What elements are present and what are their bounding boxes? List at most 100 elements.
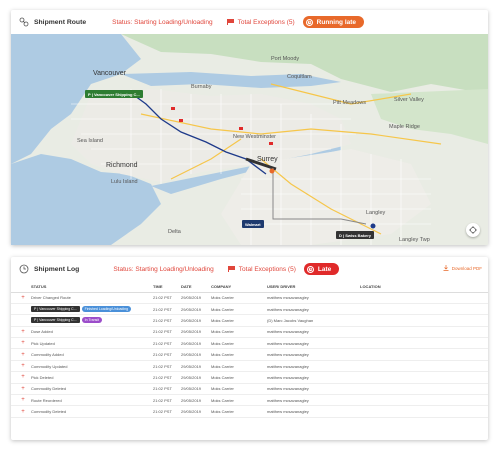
cell-user: matthew mcsavanagley <box>265 394 358 407</box>
cell-company: Moks Carrier <box>209 337 265 350</box>
cell-time: 21:02 PST <box>151 326 179 339</box>
route-exceptions[interactable]: Total Exceptions (5) <box>226 19 295 26</box>
shipment-log-card: Shipment Log Status: Starting Loading/Un… <box>11 257 488 440</box>
cell-date: 29/05/2019 <box>179 360 209 373</box>
cell-status: Commodity Added <box>29 348 151 361</box>
cell-user: matthew mcsavanagley <box>265 383 358 396</box>
table-row[interactable]: + Pick Updated 21:02 PST 29/05/2019 Moks Car… <box>11 337 488 350</box>
cell-date: 29/05/2019 <box>179 326 209 339</box>
route-map[interactable]: Vancouver Burnaby Coquitlam Richmond Sur… <box>11 34 488 245</box>
map-label-delta: Delta <box>168 229 181 235</box>
cell-user: matthew mcsavanagley <box>265 360 358 373</box>
route-header: Shipment Route Status: Starting Loading/… <box>11 10 488 34</box>
flag-icon <box>226 19 234 25</box>
cell-time: 21:02 PST <box>151 292 179 304</box>
table-row[interactable]: P | Vancouver Shipping C... In Transit 21:… <box>11 314 488 327</box>
log-header: Shipment Log Status: Starting Loading/Un… <box>11 257 488 281</box>
running-late-badge: Running late <box>302 16 365 28</box>
cell-date: 29/05/2019 <box>179 303 209 316</box>
cell-time: 21:02 PST <box>151 303 179 316</box>
cell-date: 29/05/2019 <box>179 337 209 350</box>
download-pdf-link[interactable]: Download PDF <box>443 265 482 271</box>
cell-time: 21:02 PST <box>151 348 179 361</box>
table-row[interactable]: + Driver Changed Route 21:02 PST 29/05/2019… <box>11 292 488 304</box>
log-table: STATUS TIME DATE COMPANY USER/ DRIVER LO… <box>11 282 488 418</box>
cell-user: (D) Marc Jacobs Vaughan <box>265 314 358 327</box>
cell-ex <box>11 303 29 316</box>
cell-time: 21:02 PST <box>151 337 179 350</box>
col-ex <box>11 282 29 293</box>
map-label-burnaby: Burnaby <box>191 84 212 90</box>
table-row[interactable]: + Dose Added 21:02 PST 29/05/2019 Moks Carri… <box>11 326 488 339</box>
stop-pickup[interactable]: P | Vancouver Shipping C... <box>85 90 143 98</box>
stop-delivery[interactable]: D | Swiss Bakery <box>336 231 375 239</box>
cell-location <box>358 348 488 361</box>
clock-log-icon <box>19 264 29 274</box>
log-exceptions[interactable]: Total Exceptions (5) <box>227 266 296 273</box>
cell-company: Moks Carrier <box>209 303 265 316</box>
cell-user: matthew mcsavanagley <box>265 337 358 350</box>
cell-ex: + <box>11 292 29 304</box>
cell-ex: + <box>11 337 29 350</box>
shipment-route-card: Shipment Route Status: Starting Loading/… <box>11 10 488 245</box>
cell-company: Moks Carrier <box>209 383 265 396</box>
map-label-maple-ridge: Maple Ridge <box>389 124 420 130</box>
map-label-lulu: Lulu Island <box>111 179 138 185</box>
cell-location <box>358 405 488 418</box>
cell-status: Commodity Deleted <box>29 383 151 396</box>
cell-location <box>358 303 488 316</box>
cell-ex: + <box>11 326 29 339</box>
table-row[interactable]: + Commodity Deleted 21:02 PST 29/05/2019 Mok… <box>11 405 488 418</box>
cell-status: Commodity Deleted <box>29 405 151 418</box>
table-row[interactable]: + Commodity Deleted 21:02 PST 29/05/2019 Mok… <box>11 383 488 396</box>
cell-status: Commodity Updated <box>29 360 151 373</box>
table-row[interactable]: P | Vancouver Shipping C... Finished Load… <box>11 303 488 316</box>
cell-company: Moks Carrier <box>209 292 265 304</box>
cell-company: Moks Carrier <box>209 394 265 407</box>
cell-company: Moks Carrier <box>209 348 265 361</box>
cell-status: Route Reordered <box>29 394 151 407</box>
table-row[interactable]: + Commodity Added 21:02 PST 29/05/2019 Moks … <box>11 348 488 361</box>
cell-user: matthew mcsavanagley <box>265 405 358 418</box>
cell-user: matthew mcsavanagley <box>265 303 358 316</box>
late-badge: Late <box>303 263 340 275</box>
cell-ex: + <box>11 394 29 407</box>
cell-company: Moks Carrier <box>209 326 265 339</box>
recenter-button[interactable] <box>466 223 480 237</box>
cell-status: Driver Changed Route <box>29 292 151 304</box>
col-time: TIME <box>151 282 179 293</box>
cell-date: 29/05/2019 <box>179 314 209 327</box>
map-label-silver-valley: Silver Valley <box>394 97 424 103</box>
cell-time: 21:02 PST <box>151 383 179 396</box>
map-label-sea-island: Sea Island <box>77 138 103 144</box>
cell-user: matthew mcsavanagley <box>265 371 358 384</box>
stop-walmart[interactable]: Walmart <box>242 220 264 228</box>
cell-date: 29/05/2019 <box>179 348 209 361</box>
map-label-langley-twp: Langley Twp <box>399 237 430 243</box>
cell-location <box>358 326 488 339</box>
map-label-coquitlam: Coquitlam <box>287 74 312 80</box>
status-tag: Finished Loading/Unloading <box>81 306 132 313</box>
cell-location <box>358 360 488 373</box>
log-status: Status: Starting Loading/Unloading <box>113 265 214 273</box>
map-label-port-moody: Port Moody <box>271 56 300 62</box>
cell-company: Moks Carrier <box>209 371 265 384</box>
cell-location <box>358 314 488 327</box>
table-row[interactable]: + Pick Deleted 21:02 PST 29/05/2019 Moks Car… <box>11 371 488 384</box>
flag-icon <box>227 266 235 272</box>
route-status: Status: Starting Loading/Unloading <box>112 18 213 26</box>
table-row[interactable]: + Route Reordered 21:02 PST 29/05/2019 Moks … <box>11 394 488 407</box>
cell-date: 29/05/2019 <box>179 371 209 384</box>
cell-ex <box>11 314 29 327</box>
map-label-new-westminster: New Westminster <box>233 134 276 140</box>
cell-location <box>358 292 488 304</box>
cell-ex: + <box>11 405 29 418</box>
table-row[interactable]: + Commodity Updated 21:02 PST 29/05/2019 Mok… <box>11 360 488 373</box>
status-tag: P | Vancouver Shipping C... <box>31 306 80 313</box>
cell-status: Pick Updated <box>29 337 151 350</box>
crosshair-icon <box>469 226 477 234</box>
clock-icon <box>306 265 314 273</box>
map-label-pitt-meadows: Pitt Meadows <box>333 100 367 106</box>
cell-user: matthew mcsavanagley <box>265 348 358 361</box>
map-label-richmond: Richmond <box>106 162 138 169</box>
